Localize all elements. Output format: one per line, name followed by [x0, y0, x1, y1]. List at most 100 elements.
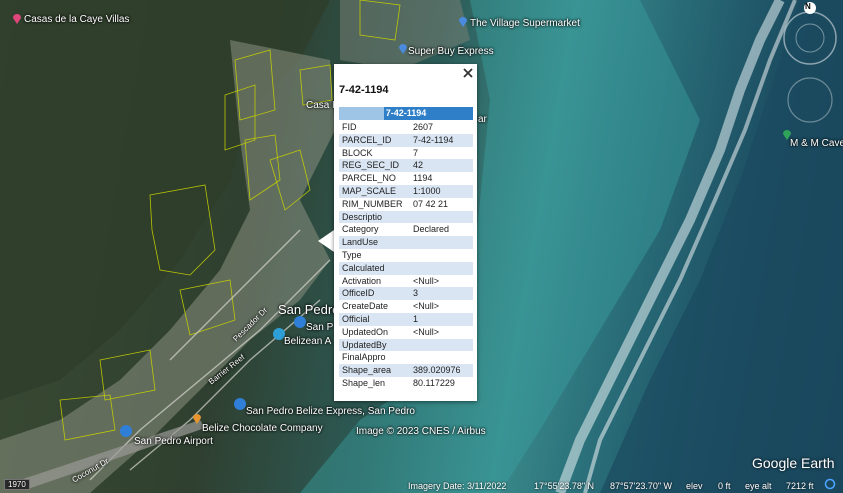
attribute-row: MAP_SCALE 1:1000 — [339, 184, 473, 198]
popup-pointer — [318, 230, 334, 252]
google-earth-logo: Google Earth — [752, 455, 835, 471]
attribute-row: Activation <Null> — [339, 275, 473, 288]
attribute-value: <Null> — [413, 301, 440, 312]
attribute-key: PARCEL_ID — [339, 133, 410, 147]
map-label-superbuy[interactable]: Super Buy Express — [408, 46, 494, 57]
attribute-value — [410, 338, 473, 352]
attribute-key: UpdatedOn — [342, 326, 389, 337]
attribute-key: Activation — [342, 275, 382, 286]
attribute-row: PARCEL_NO 1194 — [339, 172, 473, 185]
transit-pin-icon[interactable] — [273, 328, 285, 340]
attribute-value: 07 42 21 — [413, 198, 449, 209]
attribute-key: RIM_NUMBER — [342, 198, 403, 209]
attribute-value — [410, 249, 473, 262]
elev-value: 0 ft — [718, 481, 731, 491]
attribute-value: 1 — [410, 312, 473, 326]
image-credit: Image © 2023 CNES / Airbus — [356, 426, 486, 437]
popup-header-bar: 7-42-1194 — [339, 107, 473, 120]
attribute-key: FID — [342, 122, 357, 132]
attribute-key: REG_SEC_ID — [339, 159, 410, 173]
attribute-row: Calculated — [339, 261, 473, 275]
transit-pin-icon[interactable] — [294, 316, 306, 328]
attribute-key: MAP_SCALE — [339, 184, 410, 198]
attribute-value — [410, 210, 473, 224]
map-label-mm-cave[interactable]: M & M Cave — [790, 138, 843, 149]
map-label-express[interactable]: San Pedro Belize Express, San Pedro — [246, 406, 415, 417]
map-label-belizean[interactable]: Belizean A — [284, 336, 331, 347]
map-label-airport[interactable]: San Pedro Airport — [134, 436, 213, 447]
attribute-key: Calculated — [339, 261, 410, 275]
longitude: 87°57'23.70" W — [610, 481, 673, 491]
attribute-value: 7 — [413, 147, 419, 158]
attribute-value — [410, 236, 473, 249]
attribute-table: FID 2607 PARCEL_ID 7-42-1194 BLOCK 7 REG_SEC_I… — [339, 121, 473, 390]
attribute-row: LandUse — [339, 236, 473, 249]
attribute-value: 42 — [410, 159, 473, 173]
popup-title: 7-42-1194 — [339, 84, 389, 96]
map-label-bar-partial[interactable]: ar — [478, 114, 487, 125]
attribute-key: Descriptio — [339, 210, 410, 224]
elev-label: elev — [686, 481, 703, 491]
attribute-row: Type — [339, 249, 473, 262]
attribute-value: <Null> — [413, 275, 440, 286]
attribute-value — [410, 261, 473, 275]
attribute-key: PARCEL_NO — [342, 173, 396, 184]
map-label-san-pedro-2[interactable]: San P — [306, 322, 333, 333]
attribute-value: 7-42-1194 — [410, 133, 473, 147]
place-pin-icon[interactable] — [12, 12, 22, 24]
loading-ring-icon — [824, 478, 836, 492]
map-label-casas[interactable]: Casas de la Caye Villas — [24, 14, 129, 25]
attribute-row: FinalAppro — [339, 351, 473, 364]
attribute-key: Type — [342, 249, 362, 260]
latitude: 17°55'23.78" N — [534, 481, 595, 491]
attribute-value: <Null> — [413, 326, 440, 337]
food-pin-icon[interactable] — [192, 412, 202, 424]
attribute-row: RIM_NUMBER 07 42 21 — [339, 198, 473, 211]
status-bar: 1970 Imagery Date: 3/11/2022 17°55'23.78… — [0, 477, 843, 493]
historical-imagery-badge[interactable]: 1970 — [4, 479, 30, 490]
attribute-row: BLOCK 7 — [339, 147, 473, 160]
transit-pin-icon[interactable] — [234, 398, 246, 410]
store-pin-icon[interactable] — [398, 42, 408, 54]
attribute-value — [410, 351, 473, 364]
attribute-row: UpdatedOn <Null> — [339, 326, 473, 339]
eye-alt-label: eye alt — [745, 481, 772, 491]
attribute-key: UpdatedBy — [339, 338, 410, 352]
map-label-village[interactable]: The Village Supermarket — [470, 18, 580, 29]
close-icon[interactable] — [462, 66, 474, 78]
attribute-row: Category Declared — [339, 223, 473, 236]
attribute-key: OfficeID — [339, 287, 410, 301]
attribute-key: Shape_area — [339, 364, 410, 377]
map-label-chocolate[interactable]: Belize Chocolate Company — [202, 423, 323, 434]
airport-pin-icon[interactable] — [120, 425, 132, 437]
attribute-row: FID 2607 — [339, 121, 473, 134]
eye-alt-value: 7212 ft — [786, 481, 814, 491]
attribute-key: CreateDate — [342, 301, 389, 312]
attribute-row: Shape_len 80.117229 — [339, 377, 473, 390]
attribute-value: 80.117229 — [413, 377, 455, 388]
parcel-info-popup: 7-42-1194 7-42-1194 FID 2607 PARCEL_ID 7-42… — [334, 64, 477, 401]
attribute-row: OfficeID 3 — [339, 287, 473, 301]
map-label-san-pedro[interactable]: San Pedro — [278, 302, 339, 317]
attribute-row: CreateDate <Null> — [339, 300, 473, 313]
attribute-row: Shape_area 389.020976 — [339, 364, 473, 377]
attribute-key: Official — [339, 312, 410, 326]
attribute-row: REG_SEC_ID 42 — [339, 159, 473, 173]
attribute-key: BLOCK — [342, 147, 373, 158]
north-indicator[interactable]: N — [805, 2, 811, 11]
attribute-value: 3 — [410, 287, 473, 301]
attribute-key: Category — [342, 224, 379, 235]
attribute-value: 1194 — [413, 173, 433, 184]
imagery-date: Imagery Date: 3/11/2022 — [408, 481, 507, 491]
attribute-value: 389.020976 — [410, 364, 473, 377]
attribute-row: Official 1 — [339, 312, 473, 326]
popup-header-text: 7-42-1194 — [385, 108, 427, 118]
navigation-controls[interactable]: N — [780, 0, 840, 130]
attribute-row: Descriptio — [339, 210, 473, 224]
attribute-value: 1:1000 — [410, 184, 473, 198]
store-pin-icon[interactable] — [458, 15, 468, 27]
attribute-key: FinalAppro — [342, 352, 386, 363]
attribute-value: 2607 — [413, 122, 434, 132]
attribute-row: PARCEL_ID 7-42-1194 — [339, 133, 473, 147]
attribute-key: Shape_len — [342, 377, 386, 388]
